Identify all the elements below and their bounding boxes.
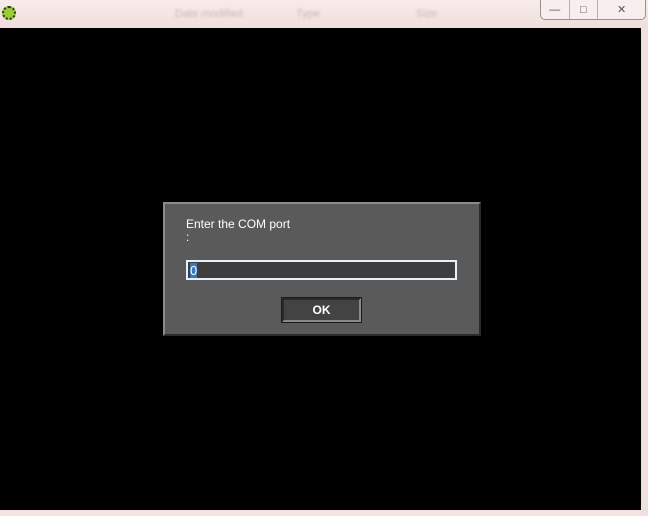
ghost-column-date-modified: Date modified [175,8,243,20]
minimize-button[interactable]: — [541,0,570,19]
title-bar: Date modified Type Size — □ ✕ [0,0,648,28]
com-port-dialog: Enter the COM port : 0 OK [163,202,481,336]
input-value: 0 [190,263,198,278]
ok-button[interactable]: OK [281,297,362,323]
window-frame [641,28,648,516]
window-controls: — □ ✕ [540,0,646,20]
close-button[interactable]: ✕ [598,0,645,19]
ghost-column-size: Size [416,8,438,20]
prompt-label: Enter the COM port : [186,217,291,244]
maximize-button[interactable]: □ [570,0,599,19]
ghost-column-type: Type [296,8,320,20]
com-port-input[interactable]: 0 [186,260,457,280]
app-gear-icon[interactable] [2,6,16,20]
